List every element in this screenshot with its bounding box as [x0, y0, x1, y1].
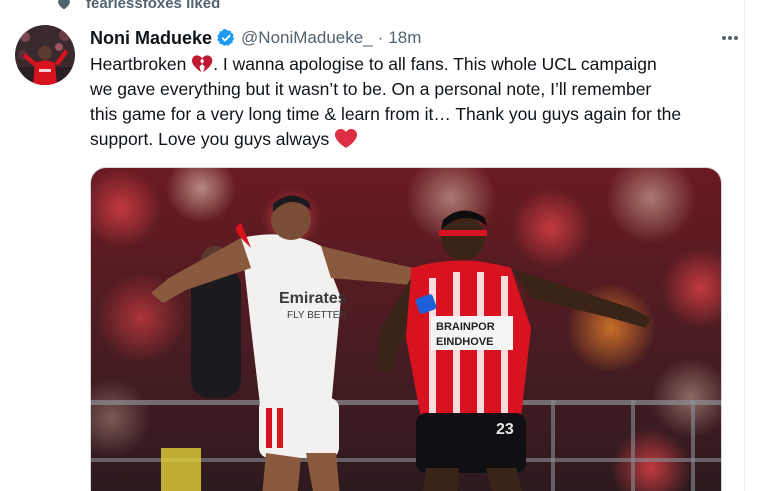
tweet-text-line-3: this game for a very long time & learn f… [90, 104, 682, 124]
timestamp[interactable]: 18m [388, 28, 421, 48]
tweet-text-line-1: Heartbroken . I wanna apologise to all f… [90, 54, 657, 74]
jersey-sponsor-emirates: Emirates [279, 290, 347, 307]
tweet-text: Heartbroken . I wanna apologise to all f… [90, 52, 730, 152]
separator-dot: · [377, 28, 384, 47]
display-name[interactable]: Noni Madueke [90, 28, 212, 49]
tweet-header: Noni Madueke @NoniMadueke_ · 18m [90, 26, 741, 50]
column-border [744, 0, 745, 491]
verified-badge-icon [217, 29, 235, 46]
jersey-sponsor-tagline: FLY BETTER [287, 310, 347, 321]
shorts-number: 23 [496, 421, 514, 438]
more-horizontal-icon[interactable] [719, 28, 741, 48]
tweet-text-line-4: support. Love you guys always [90, 127, 730, 152]
handle[interactable]: @NoniMadueke_ [241, 28, 373, 48]
avatar[interactable] [15, 25, 75, 85]
jersey-sponsor-line1: BRAINPOR [436, 321, 495, 333]
heart-icon [58, 0, 70, 10]
red-heart-emoji [335, 129, 358, 148]
social-context-text[interactable]: fearlessfoxes liked [86, 0, 220, 12]
social-context: fearlessfoxes liked [56, 0, 220, 13]
tweet-media-photo[interactable]: Emirates FLY BETTER BRAINPOR EINDHOVE 23 [90, 167, 722, 491]
broken-heart-emoji [192, 55, 213, 73]
jersey-sponsor-line2: EINDHOVE [436, 336, 493, 348]
tweet-text-line-2: we gave everything but it wasn’t to be. … [90, 79, 652, 99]
